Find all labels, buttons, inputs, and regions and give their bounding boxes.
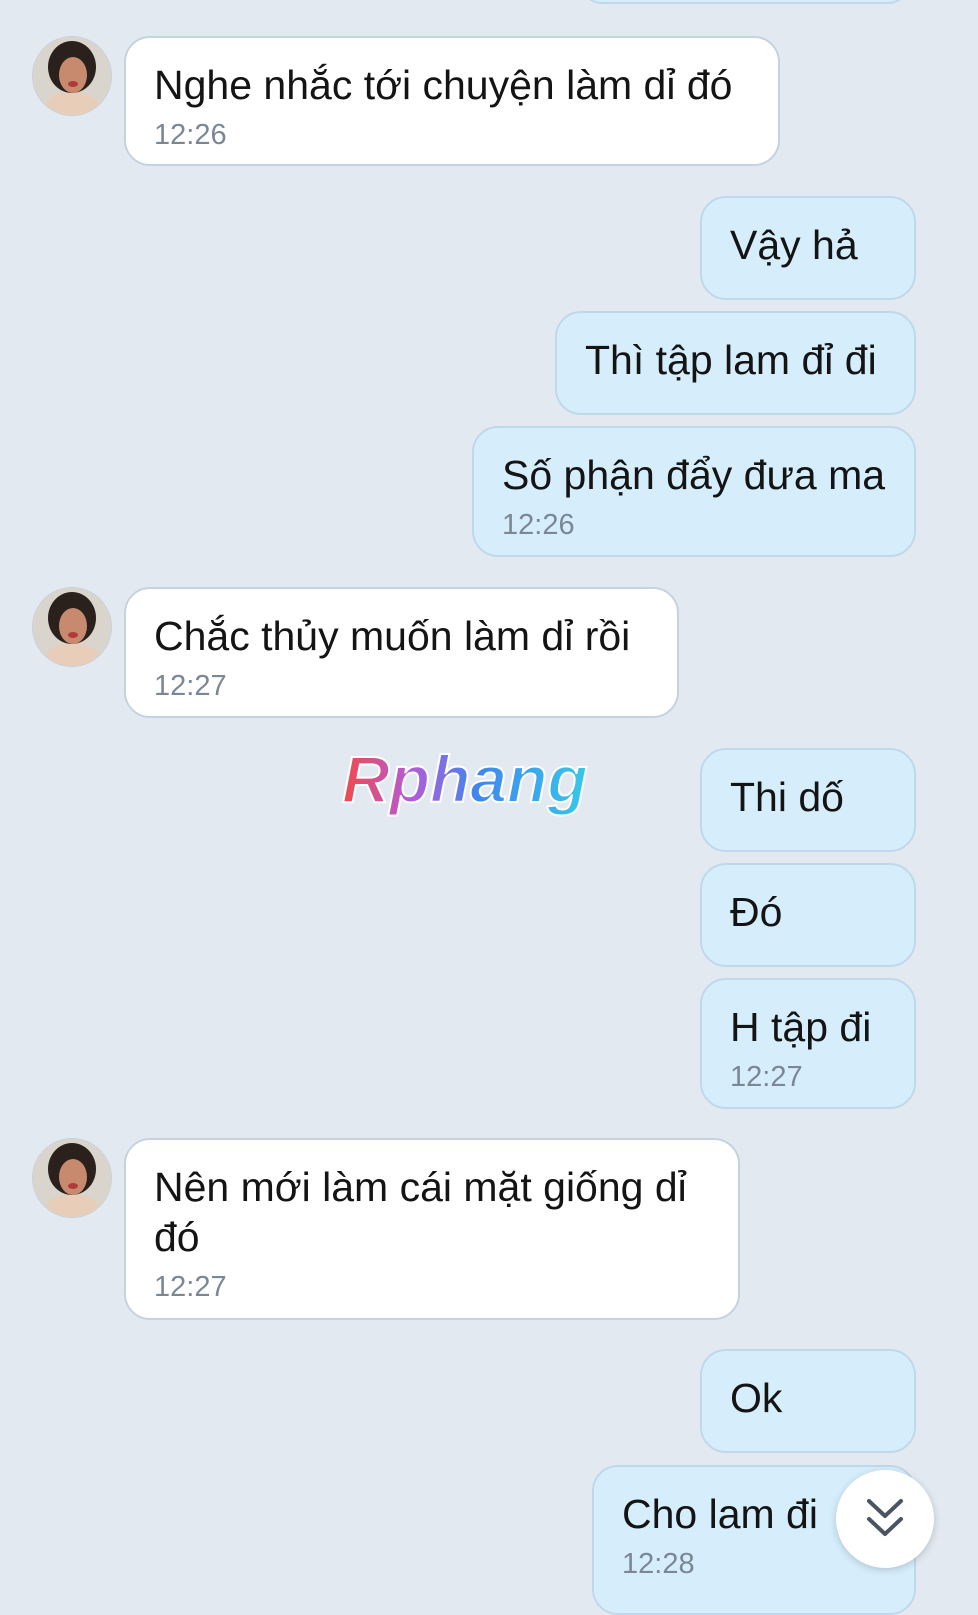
message-bubble-incoming[interactable]: Chắc thủy muốn làm dỉ rồi 12:27 (124, 587, 679, 718)
watermark-logo: Rphang (338, 741, 628, 828)
message-bubble-incoming[interactable]: Nên mới làm cái mặt giống dỉ đó 12:27 (124, 1138, 740, 1320)
message-timestamp: 12:26 (154, 119, 227, 151)
contact-avatar[interactable] (32, 587, 112, 667)
avatar-image (33, 37, 111, 115)
avatar-image (33, 1139, 111, 1217)
contact-avatar[interactable] (32, 1138, 112, 1218)
message-text: Nên mới làm cái mặt giống dỉ đó (154, 1164, 687, 1260)
message-text: Thì tập lam đỉ đi (585, 337, 877, 383)
message-text: H tập đi (730, 1004, 872, 1050)
message-text: Số phận đẩy đưa ma (502, 452, 886, 498)
message-bubble-outgoing[interactable]: Vậy hả (700, 196, 916, 300)
message-timestamp: 12:27 (154, 670, 227, 702)
message-text: Chắc thủy muốn làm dỉ rồi (154, 613, 631, 659)
message-text: Thi dố (730, 774, 844, 820)
message-text: Đó (730, 889, 783, 935)
message-text: Vậy hả (730, 222, 858, 268)
contact-avatar[interactable] (32, 36, 112, 116)
message-bubble-outgoing[interactable]: Số phận đẩy đưa ma 12:26 (472, 426, 916, 557)
message-timestamp: 12:27 (730, 1061, 803, 1093)
message-timestamp: 12:27 (154, 1271, 227, 1303)
svg-text:Rphang: Rphang (342, 742, 588, 816)
message-timestamp: 12:26 (502, 509, 575, 541)
message-bubble-outgoing[interactable]: Đó (700, 863, 916, 967)
double-chevron-down-icon (867, 1499, 903, 1536)
message-bubble-incoming[interactable]: Nghe nhắc tới chuyện làm dỉ đó 12:26 (124, 36, 780, 166)
message-bubble-outgoing[interactable]: Ok (700, 1349, 916, 1453)
message-text: Nghe nhắc tới chuyện làm dỉ đó (154, 62, 733, 108)
scroll-to-bottom-button[interactable] (836, 1470, 934, 1568)
message-bubble-outgoing[interactable]: H tập đi 12:27 (700, 978, 916, 1109)
message-text: Ok (730, 1375, 783, 1421)
message-bubble-outgoing[interactable]: Thi dố (700, 748, 916, 852)
message-bubble-outgoing[interactable]: Thì tập lam đỉ đi (555, 311, 916, 415)
avatar-image (33, 588, 111, 666)
message-bubble-cut-top[interactable] (580, 0, 910, 4)
